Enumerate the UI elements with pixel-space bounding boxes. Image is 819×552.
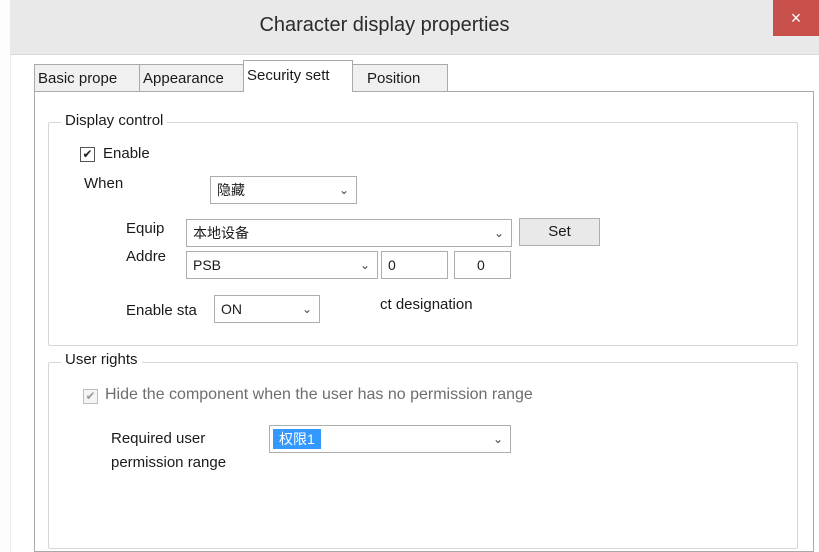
equip-value: 本地设备 (193, 225, 249, 241)
when-select[interactable]: 隐藏 ⌄ (210, 176, 357, 204)
tab-label: Security sett (247, 67, 330, 84)
chevron-down-icon: ⌄ (492, 432, 504, 446)
hide-component-checkbox[interactable]: ✔ (83, 389, 98, 404)
chevron-down-icon: ⌄ (301, 302, 313, 316)
tab-label: Appearance (143, 70, 224, 87)
address-type-select[interactable]: PSB ⌄ (186, 251, 378, 279)
title-bar[interactable]: Character display properties × (10, 0, 819, 55)
set-button[interactable]: Set (519, 218, 600, 246)
enable-state-value: ON (221, 301, 242, 317)
tab-security-settings[interactable]: Security sett (243, 60, 353, 92)
tab-label: Position (367, 70, 421, 87)
check-icon: ✔ (85, 389, 96, 403)
when-value: 隐藏 (217, 182, 245, 198)
close-button[interactable]: × (773, 0, 819, 36)
address-type-value: PSB (193, 257, 222, 273)
close-icon: × (790, 8, 802, 28)
address-input-1[interactable]: 0 (381, 251, 448, 279)
tab-position[interactable]: Position (352, 64, 448, 91)
enable-state-label: Enable sta (126, 302, 197, 319)
check-icon: ✔ (82, 147, 93, 161)
tab-label: Basic prope (38, 70, 118, 87)
when-label: When (84, 175, 124, 192)
display-control-legend: Display control (61, 112, 168, 129)
required-permission-label-2: permission range (111, 454, 227, 471)
permission-select[interactable]: 权限1 ⌄ (269, 425, 511, 453)
permission-value: 权限1 (273, 429, 321, 449)
user-rights-legend: User rights (61, 351, 142, 368)
window-edge (0, 0, 11, 552)
tab-basic-properties[interactable]: Basic prope (34, 64, 140, 91)
required-permission-label: Required user (111, 430, 206, 447)
equip-label: Equip (126, 220, 165, 237)
chevron-down-icon: ⌄ (493, 226, 505, 240)
chevron-down-icon: ⌄ (359, 258, 371, 272)
hide-component-label: Hide the component when the user has no … (105, 386, 533, 403)
chevron-down-icon: ⌄ (338, 183, 350, 197)
equip-select[interactable]: 本地设备 ⌄ (186, 219, 512, 247)
address-label: Addre (126, 248, 167, 265)
window-title: Character display properties (259, 14, 510, 36)
address-input-2[interactable]: 0 (454, 251, 511, 279)
tab-appearance[interactable]: Appearance (139, 64, 245, 91)
designation-text: ct designation (380, 296, 473, 313)
enable-checkbox[interactable]: ✔ (80, 147, 95, 162)
enable-state-select[interactable]: ON ⌄ (214, 295, 320, 323)
enable-label: Enable (103, 145, 150, 162)
